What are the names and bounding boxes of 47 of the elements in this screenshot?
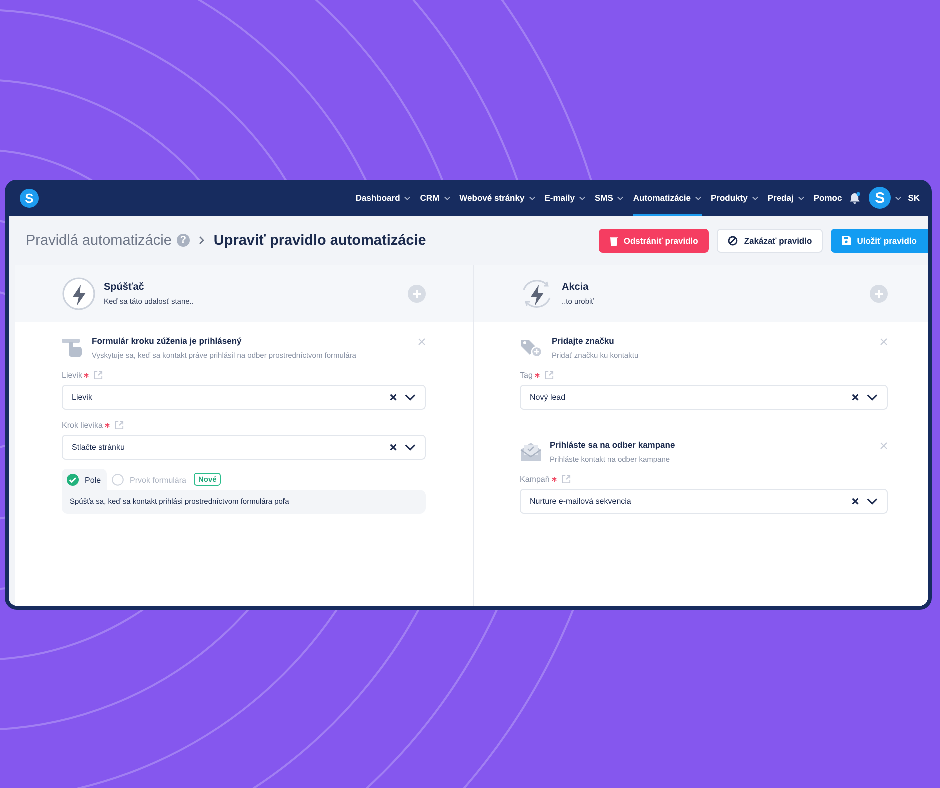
chevron-down-icon[interactable]	[405, 444, 416, 451]
card-title: Prihláste sa na odber kampane	[550, 440, 676, 450]
clear-icon[interactable]	[851, 393, 860, 402]
save-icon	[842, 236, 852, 245]
radio-icon	[112, 474, 124, 486]
column-title: Akcia	[562, 282, 590, 292]
chevron-down-icon[interactable]	[867, 498, 878, 505]
field-label: Tag	[520, 371, 533, 380]
radio-option[interactable]: Pole	[62, 469, 108, 490]
nav-tab[interactable]: Dashboard	[356, 180, 412, 216]
select-field[interactable]: Nurture e-mailová sekvencia	[520, 489, 888, 514]
column-title: Spúšťač	[104, 282, 146, 292]
page-title: Upraviť pravidlo automatizácie	[214, 232, 426, 248]
radio-checked-icon	[67, 474, 79, 486]
nav-tab[interactable]: Webové stránky	[460, 180, 536, 216]
field-label: Lievik	[62, 371, 82, 380]
delete-button[interactable]: Odstrániť pravidlo	[598, 228, 710, 252]
nav-tab[interactable]: Predaj	[768, 180, 805, 216]
chevron-down-icon[interactable]	[867, 394, 878, 401]
ban-icon	[728, 236, 738, 246]
clear-icon[interactable]	[389, 443, 398, 452]
select-field[interactable]: Nový lead	[520, 385, 888, 410]
envelope-icon	[520, 442, 542, 462]
nav-tab[interactable]: E-maily	[544, 180, 586, 216]
nav-tab[interactable]: Produkty	[711, 180, 759, 216]
field-label: Kampaň	[520, 475, 550, 484]
nav-tab[interactable]: Pomoc	[814, 180, 842, 216]
caret-icon	[895, 196, 902, 200]
card-title: Formulár kroku zúženia je prihlásený	[92, 336, 243, 346]
select-field[interactable]: Stlačte stránku	[62, 435, 426, 460]
disable-button[interactable]: Zakázať pravidlo	[717, 228, 824, 252]
notification-bell-icon[interactable]	[849, 192, 862, 204]
language-code: SK	[908, 193, 920, 203]
breadcrumb-separator-icon	[198, 236, 205, 245]
hand-pointer-icon	[62, 338, 84, 358]
card-title: Pridajte značku	[552, 336, 616, 346]
trash-icon	[610, 236, 618, 246]
breadcrumb-link[interactable]: Pravidlá automatizácie	[26, 232, 172, 248]
select-field[interactable]: Lievik	[62, 385, 426, 410]
clear-icon[interactable]	[389, 393, 398, 402]
nav-tab[interactable]: SMS	[594, 180, 624, 216]
field-label: Krok lievika	[62, 421, 103, 430]
clear-icon[interactable]	[851, 497, 860, 506]
lightning-icon	[62, 276, 96, 310]
nav-tab[interactable]: CRM	[420, 180, 451, 216]
tag-plus-icon	[520, 338, 544, 358]
chevron-down-icon[interactable]	[405, 394, 416, 401]
